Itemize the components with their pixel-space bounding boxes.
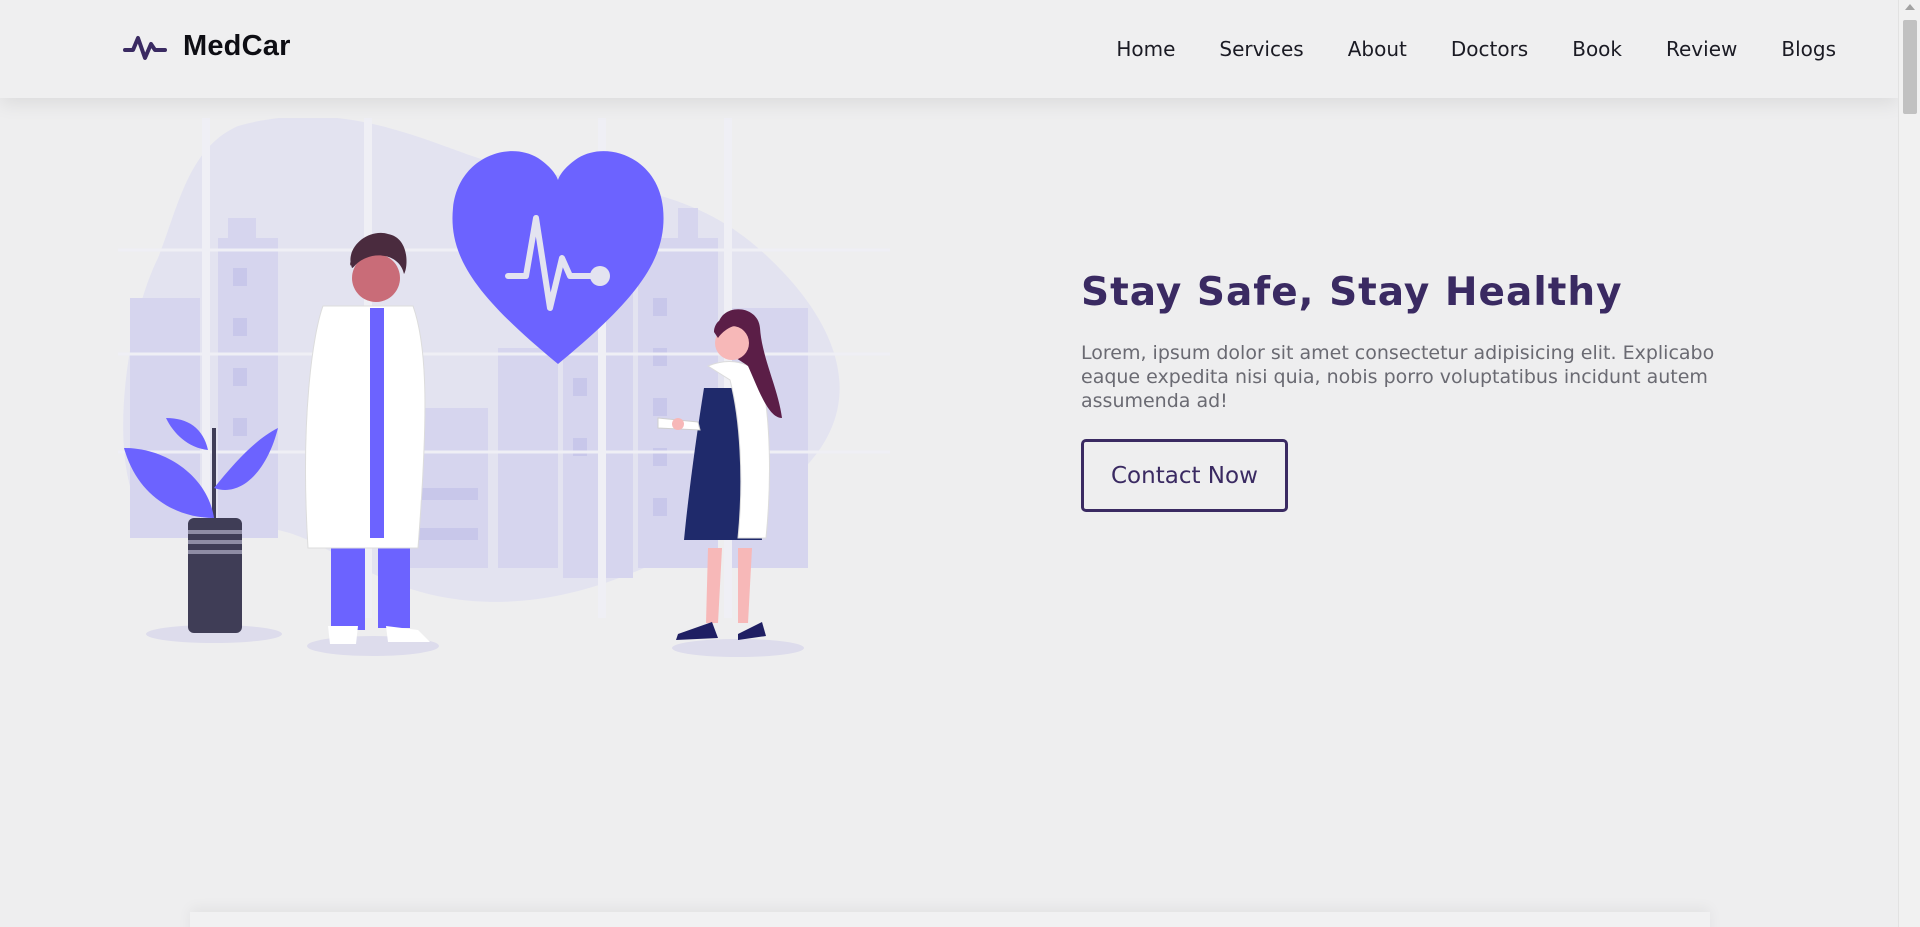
heartbeat-icon: [123, 32, 167, 62]
nav-home[interactable]: Home: [1116, 37, 1175, 61]
brand-name: MedCar: [183, 30, 291, 62]
nav-blogs[interactable]: Blogs: [1781, 37, 1836, 61]
vertical-scrollbar[interactable]: [1898, 0, 1920, 927]
hero-title: Stay Safe, Stay Healthy: [1081, 270, 1623, 315]
page: MedCar Home Services About Doctors Book …: [0, 0, 1920, 927]
brand-logo[interactable]: MedCar: [123, 30, 291, 63]
contact-now-button[interactable]: Contact Now: [1081, 439, 1288, 512]
doctors-heart-illustration: [118, 116, 890, 670]
scrollbar-thumb[interactable]: [1903, 20, 1917, 114]
nav-review[interactable]: Review: [1666, 37, 1737, 61]
nav-book[interactable]: Book: [1572, 37, 1622, 61]
next-section-card: [190, 912, 1710, 927]
nav-services[interactable]: Services: [1219, 37, 1303, 61]
nav-doctors[interactable]: Doctors: [1451, 37, 1528, 61]
main-nav: Home Services About Doctors Book Review …: [1116, 37, 1836, 61]
nav-about[interactable]: About: [1348, 37, 1407, 61]
hero-description: Lorem, ipsum dolor sit amet consectetur …: [1081, 342, 1715, 412]
scroll-up-icon[interactable]: [1905, 4, 1915, 10]
site-header: MedCar Home Services About Doctors Book …: [0, 0, 1898, 98]
hero-section: Stay Safe, Stay Healthy Lorem, ipsum dol…: [1081, 270, 1761, 512]
